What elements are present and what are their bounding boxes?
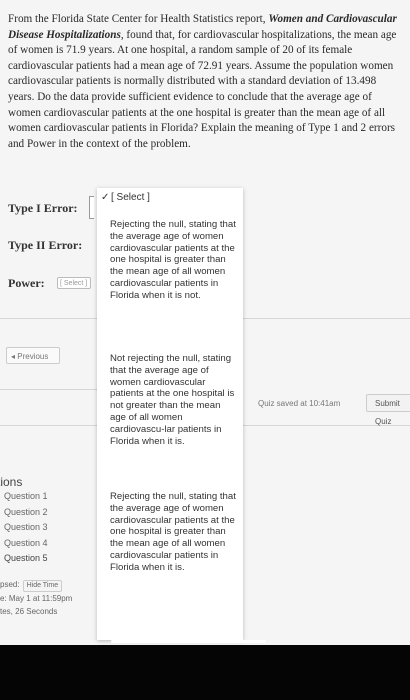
bottom-bar xyxy=(0,645,410,700)
sidebar-item-question-3[interactable]: Question 3 xyxy=(4,520,48,536)
divider xyxy=(0,389,97,390)
type1-label: Type I Error: xyxy=(8,201,78,215)
questions-sidebar: tions Question 1 Question 2 Question 3 Q… xyxy=(0,475,48,567)
question-intro: From the Florida State Center for Health… xyxy=(8,13,269,25)
sidebar-item-question-4[interactable]: Question 4 xyxy=(4,536,48,552)
due-date: e: May 1 at 11:59pm xyxy=(0,594,73,603)
elapsed-label: psed: xyxy=(0,580,20,589)
type2-label: Type II Error: xyxy=(8,238,83,252)
check-icon: ✓ xyxy=(101,192,110,203)
sidebar-item-question-1[interactable]: Question 1 xyxy=(4,489,48,505)
quiz-saved-status: Quiz saved at 10:41am xyxy=(258,399,341,408)
power-select[interactable]: [ Select ] xyxy=(57,277,91,289)
sidebar-heading: tions xyxy=(0,475,23,489)
sidebar-item-question-5[interactable]: Question 5 xyxy=(4,551,48,567)
scrollbar[interactable] xyxy=(111,640,266,643)
dropdown-option-1[interactable]: Rejecting the null, stating that the ave… xyxy=(110,219,236,302)
dropdown-selected-label: [ Select ] xyxy=(111,192,150,203)
timer-panel: psed: Hide Time e: May 1 at 11:59pm tes, … xyxy=(0,578,72,618)
previous-button[interactable]: ◂ Previous xyxy=(6,347,60,364)
hide-time-button[interactable]: Hide Time xyxy=(22,580,63,592)
submit-quiz-button[interactable]: Submit Quiz xyxy=(366,394,410,426)
type1-select[interactable] xyxy=(89,196,94,219)
type1-dropdown-menu[interactable]: ✓ [ Select ] Rejecting the null, stating… xyxy=(97,188,243,640)
dropdown-option-3[interactable]: Rejecting the null, stating that the ave… xyxy=(110,491,236,574)
question-text: From the Florida State Center for Health… xyxy=(8,12,400,152)
dropdown-selected-option[interactable]: ✓ [ Select ] xyxy=(97,188,243,208)
sidebar-item-question-2[interactable]: Question 2 xyxy=(4,505,48,521)
question-body: , found that, for cardiovascular hospita… xyxy=(8,28,397,150)
power-label: Power: xyxy=(8,276,45,290)
time-remaining: tes, 26 Seconds xyxy=(0,607,58,616)
dropdown-option-2[interactable]: Not rejecting the null, stating that the… xyxy=(110,353,236,447)
